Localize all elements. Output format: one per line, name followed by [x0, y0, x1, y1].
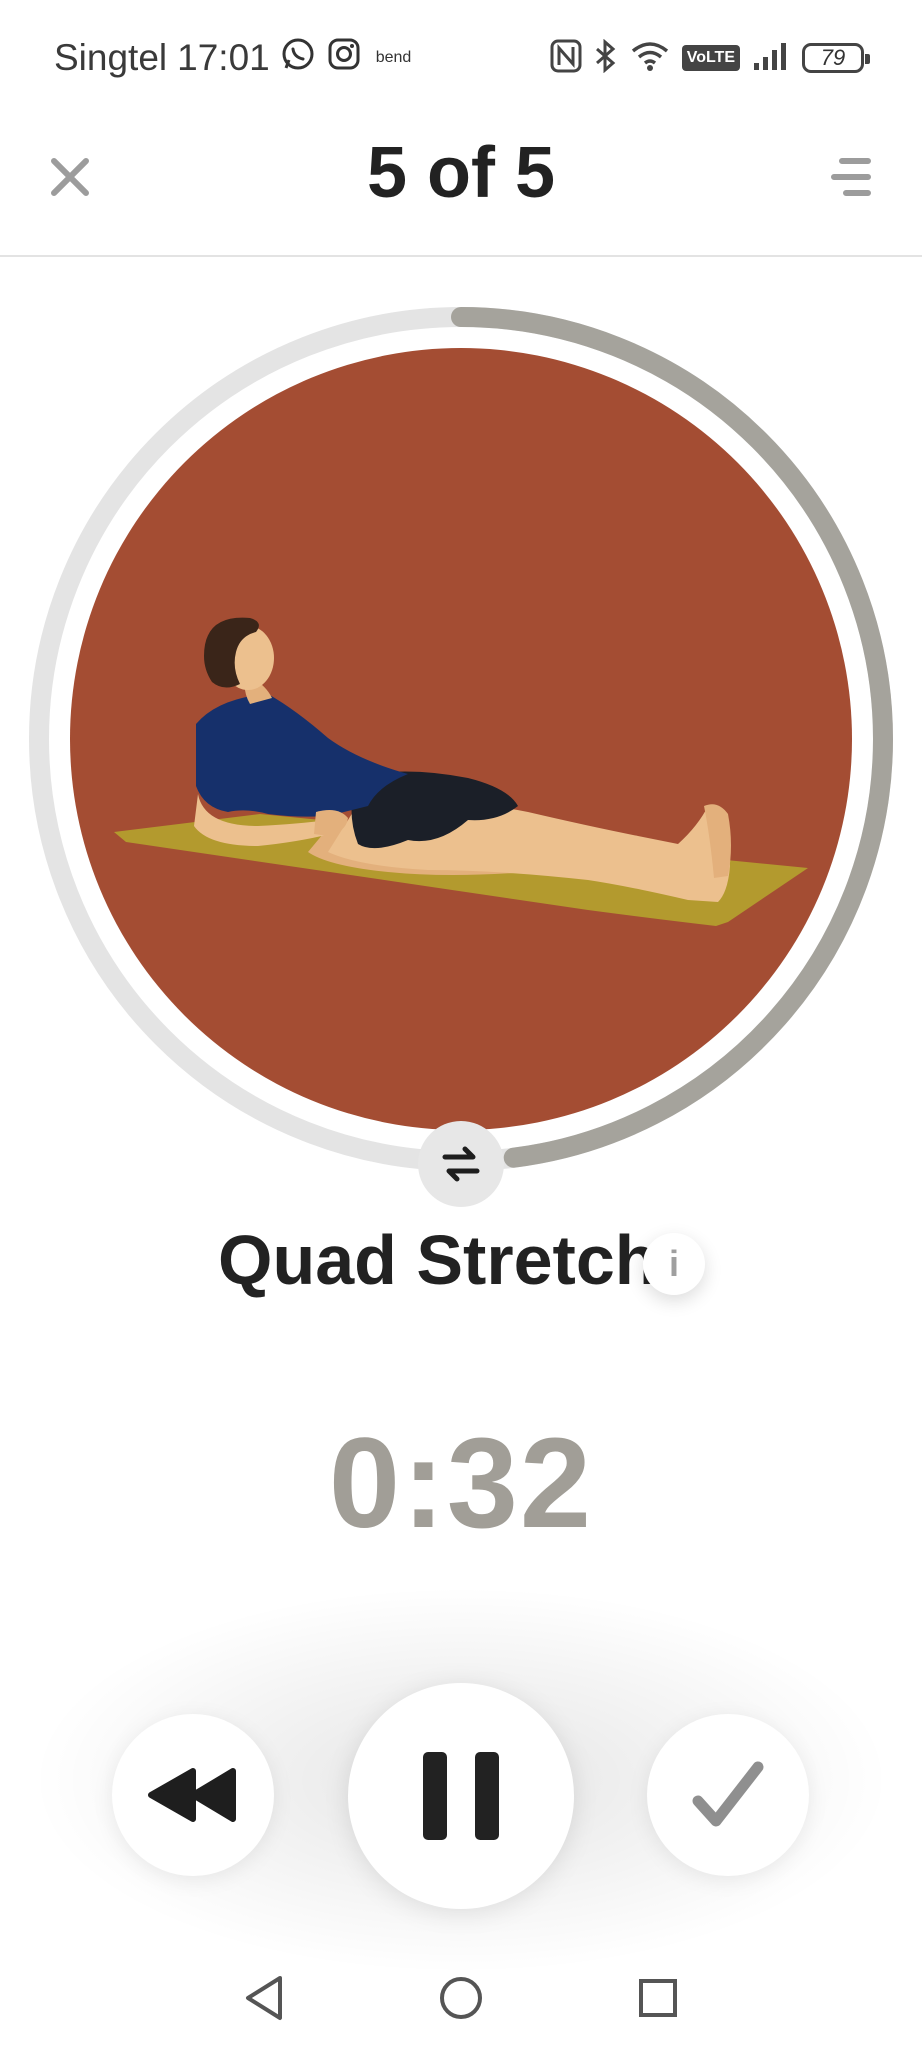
bluetooth-icon: [594, 38, 618, 78]
signal-icon: [752, 41, 790, 76]
complete-exercise-button[interactable]: [647, 1714, 809, 1876]
pause-icon: [423, 1752, 499, 1840]
top-bar: 5 of 5: [0, 112, 922, 257]
rewind-button[interactable]: [112, 1714, 274, 1876]
recents-button[interactable]: [630, 1970, 686, 2026]
whatsapp-icon: [280, 36, 316, 81]
checkmark-icon: [692, 1761, 764, 1827]
rewind-icon: [148, 1768, 236, 1822]
clock-label: 17:01: [177, 37, 270, 78]
recents-icon: [639, 1979, 677, 2017]
nfc-icon: [550, 39, 582, 78]
back-icon: [246, 1976, 282, 2020]
status-left: Singtel 17:01 bend: [54, 30, 411, 86]
home-button[interactable]: [433, 1970, 489, 2026]
status-bar: Singtel 17:01 bend VoLTE 79: [0, 0, 922, 112]
instagram-icon: [326, 36, 362, 81]
wifi-icon: [630, 40, 670, 77]
swap-sides-button[interactable]: [418, 1121, 504, 1207]
exercise-progress-ring: [28, 306, 894, 1172]
pause-button[interactable]: [348, 1683, 574, 1909]
notification-app-label: bend: [375, 49, 412, 66]
menu-icon: [831, 158, 871, 196]
volte-badge: VoLTE: [681, 45, 740, 71]
countdown-timer: 0:32: [328, 1412, 594, 1555]
battery-icon: 79: [802, 43, 870, 73]
page-title: 5 of 5: [366, 133, 556, 213]
battery-level: 79: [820, 45, 846, 70]
menu-button[interactable]: [822, 147, 882, 207]
status-right: VoLTE 79: [550, 36, 870, 80]
exercise-illustration: [70, 348, 852, 1130]
swap-sides-icon: [442, 1146, 480, 1182]
system-nav-bar: [0, 1948, 922, 2048]
info-button[interactable]: i: [643, 1233, 705, 1295]
illustration-background: [70, 348, 852, 1130]
back-button[interactable]: [236, 1970, 292, 2026]
exercise-name: Quad Stretch: [218, 1221, 658, 1299]
carrier-label: Singtel: [54, 37, 168, 78]
home-icon: [440, 1977, 482, 2019]
